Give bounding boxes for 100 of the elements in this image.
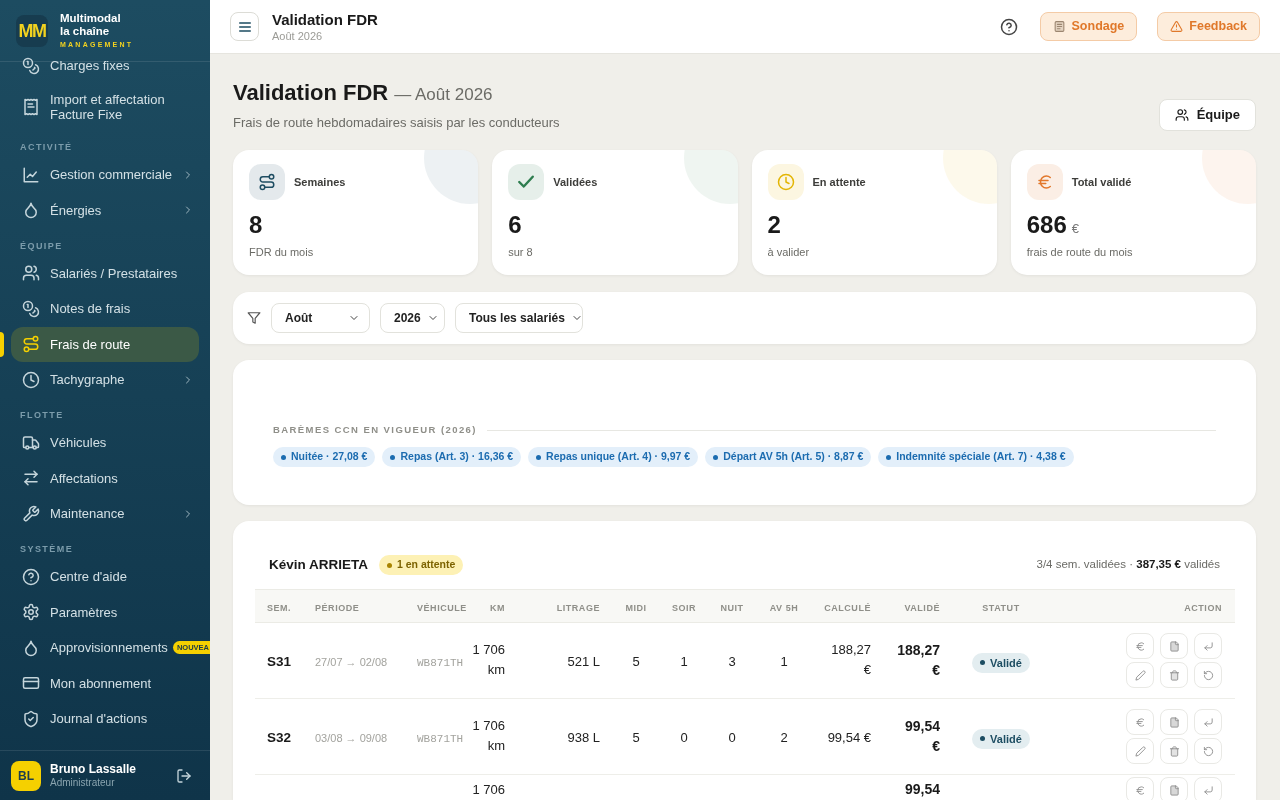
stat-label: En attente <box>812 174 866 190</box>
section-heading: ÉQUIPE <box>19 239 64 253</box>
warning-icon <box>1170 20 1184 33</box>
trash-icon <box>1168 745 1180 757</box>
employee-select[interactable]: Tous les salariés <box>455 303 583 333</box>
soir-count: 0 <box>680 729 688 745</box>
nav-item[interactable]: Mon abonnement <box>11 665 199 701</box>
euro-button[interactable] <box>1126 777 1154 800</box>
help-icon <box>22 567 40 586</box>
nav-item[interactable]: Import et affectation Facture Fixe <box>11 83 199 130</box>
rotate-icon <box>1202 745 1214 757</box>
week-number: S32 <box>267 729 292 745</box>
euro-button[interactable] <box>1126 633 1154 659</box>
column-header: ACTION <box>1184 603 1222 613</box>
settings-icon <box>22 603 40 622</box>
receipt-icon <box>22 97 40 116</box>
calculated-amount: 99,54 € <box>827 728 871 747</box>
pencil-icon <box>1134 745 1146 757</box>
status-text: Validé <box>990 655 1022 671</box>
nav-item[interactable]: Tachygraphe <box>11 362 199 398</box>
edit-button[interactable] <box>1126 738 1154 764</box>
return-button[interactable] <box>1194 633 1222 659</box>
reset-button[interactable] <box>1194 662 1222 688</box>
rate-text: Repas unique (Art. 4) · 9,97 € <box>546 449 691 465</box>
document-button[interactable] <box>1160 709 1188 735</box>
nav-item[interactable]: Journal d'actions <box>11 701 199 737</box>
rate-text: Repas (Art. 3) · 16,36 € <box>400 449 514 465</box>
stat-label: Semaines <box>294 174 346 190</box>
nav-item[interactable]: Frais de route <box>11 326 199 362</box>
nav-item[interactable]: Énergies <box>11 192 199 228</box>
document-icon <box>1168 784 1180 796</box>
nav-item[interactable]: Gestion commerciale <box>11 157 199 193</box>
km-value: 1 706 <box>472 781 505 799</box>
team-button[interactable]: Équipe <box>1158 99 1256 131</box>
filter-icon <box>247 311 261 325</box>
nav-item[interactable]: Centre d'aide <box>11 559 199 595</box>
delete-button[interactable] <box>1160 738 1188 764</box>
notepad-icon <box>1052 20 1066 33</box>
nav-item[interactable]: Véhicules <box>11 425 199 461</box>
av5h-count: 1 <box>780 653 788 669</box>
coins-icon <box>22 56 40 75</box>
document-icon <box>1168 716 1180 728</box>
period-text: 27/07 → 02/08 <box>315 655 388 668</box>
stat-label: Validées <box>553 174 598 190</box>
wrench-icon <box>22 504 40 523</box>
fuel-value: 938 L <box>567 729 600 745</box>
column-header: NUIT <box>720 603 744 613</box>
nav-item[interactable]: Affectations <box>11 460 199 496</box>
brand-name: la chaîne <box>60 25 111 38</box>
reset-button[interactable] <box>1194 738 1222 764</box>
calculated-amount: 188,27 € <box>830 641 871 679</box>
km-value: 1 706 km <box>471 641 505 679</box>
return-button[interactable] <box>1194 777 1222 800</box>
document-button[interactable] <box>1160 777 1188 800</box>
delete-button[interactable] <box>1160 662 1188 688</box>
users-icon <box>1174 108 1189 122</box>
logout-button[interactable] <box>176 767 192 784</box>
year-select[interactable]: 2026 <box>380 303 445 333</box>
help-button[interactable] <box>999 17 1018 36</box>
midi-count: 5 <box>632 653 640 669</box>
column-header: VALIDÉ <box>904 603 940 613</box>
logo: MM <box>16 14 48 47</box>
truck-icon <box>22 433 40 452</box>
month-select[interactable]: Août <box>271 303 370 333</box>
stat-value: 6 <box>508 210 522 240</box>
rate-text: Départ AV 5h (Art. 5) · 8,87 € <box>723 449 864 465</box>
rotate-icon <box>1202 669 1214 681</box>
section-heading: FLOTTE <box>19 409 65 422</box>
nav-item[interactable]: Maintenance <box>11 496 199 532</box>
nav-item[interactable]: Salariés / Prestataires <box>11 255 199 291</box>
vehicle-plate: WB871TH <box>417 656 464 669</box>
users-icon <box>22 264 40 283</box>
column-header: MIDI <box>625 603 647 613</box>
column-header: LITRAGE <box>556 603 600 613</box>
brand-name: Multimodal <box>60 12 122 25</box>
shield-check-icon <box>22 709 40 728</box>
nav-item[interactable]: Charges fixes <box>11 48 199 84</box>
return-button[interactable] <box>1194 709 1222 735</box>
nav-item[interactable]: Notes de frais <box>11 291 199 327</box>
section-heading: ACTIVITÉ <box>19 141 74 154</box>
menu-button[interactable] <box>230 12 259 41</box>
header-title: Validation FDR <box>272 10 378 29</box>
validated-amount: 188,27 € <box>896 640 940 680</box>
status-text: Validé <box>990 731 1022 747</box>
section-heading: SYSTÈME <box>19 543 75 556</box>
document-button[interactable] <box>1160 633 1188 659</box>
droplet-icon <box>22 201 40 220</box>
nav-item[interactable]: Approvisionnements <box>11 630 172 666</box>
euro-button[interactable] <box>1126 709 1154 735</box>
rates-heading: BARÈMES CCN EN VIGUEUR (2026) <box>273 424 477 436</box>
nav-item[interactable]: Paramètres <box>11 594 199 630</box>
return-arrow-icon <box>1202 716 1214 728</box>
chart-icon <box>22 165 40 184</box>
column-header: SOIR <box>671 603 697 613</box>
column-header: STATUT <box>982 603 1020 613</box>
stat-note: sur 8 <box>508 245 534 260</box>
nuit-count: 0 <box>728 729 736 745</box>
period-text: 03/08 → 09/08 <box>315 731 388 744</box>
edit-button[interactable] <box>1126 662 1154 688</box>
user-role: Administrateur <box>50 776 116 789</box>
